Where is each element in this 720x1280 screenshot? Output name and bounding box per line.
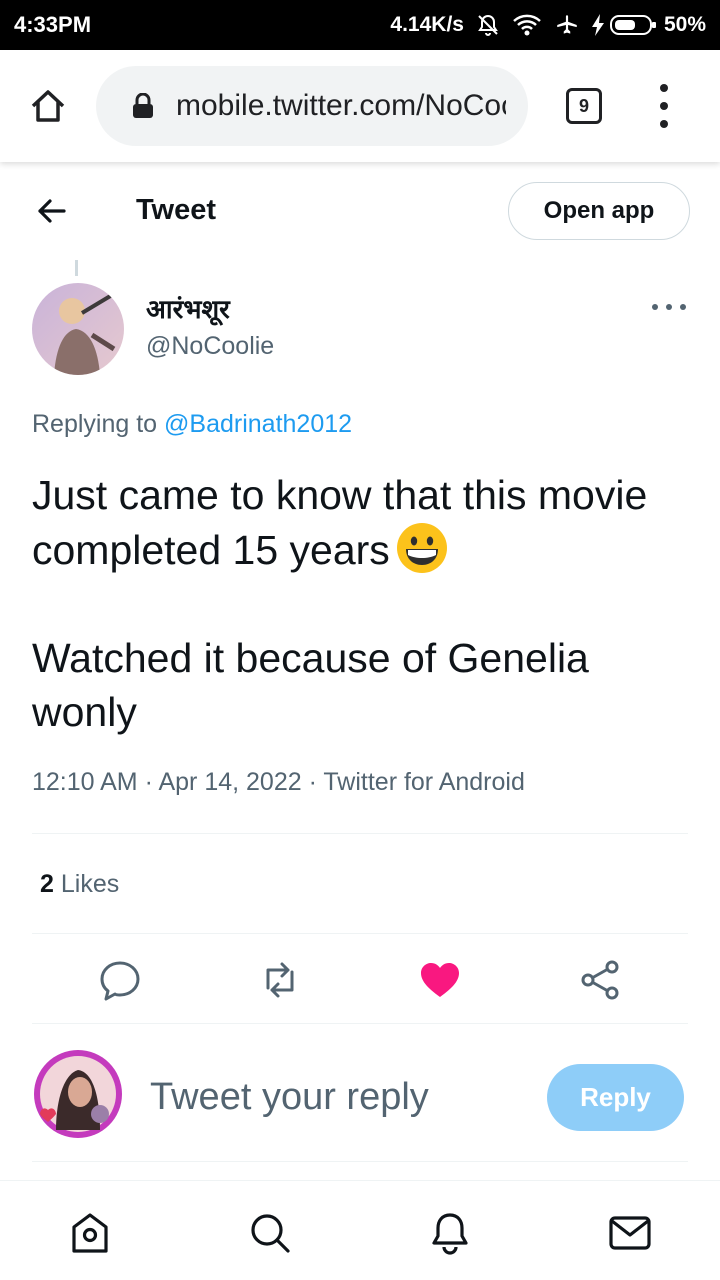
status-time: 4:33PM [14,12,92,37]
tweet-text: Just came to know that this movie comple… [32,468,682,739]
replying-prefix: Replying to [32,410,158,438]
tweet-text-line1: Just came to know that this movie comple… [32,472,648,573]
divider [32,933,688,934]
like-icon[interactable] [418,958,462,1002]
bottom-nav [0,1180,720,1280]
divider [32,1161,688,1162]
tweet-header: Tweet Open app [0,162,720,262]
likes-number: 2 [40,870,54,898]
airplane-icon [557,15,577,34]
reply-button[interactable]: Reply [547,1064,684,1131]
messages-icon[interactable] [608,1211,652,1255]
user-avatar[interactable] [34,1050,122,1138]
more-options-icon[interactable] [652,300,686,314]
replying-to: Replying to @Badrinath2012 [32,410,352,439]
grinning-face-emoji-icon [396,523,447,573]
reply-input[interactable]: Tweet your reply [150,1076,429,1119]
notifications-icon[interactable] [428,1211,472,1255]
home-icon[interactable] [68,1211,112,1255]
reply-icon[interactable] [98,958,142,1002]
likes-label: Likes [60,870,120,898]
reply-mention-link[interactable]: @Badrinath2012 [164,410,352,438]
likes-count[interactable]: 2 Likes [40,870,119,899]
tabs-button[interactable]: 9 [566,88,602,124]
back-arrow-icon[interactable] [34,194,68,228]
menu-icon[interactable] [650,84,678,128]
status-bar: 4:33PM 4.14K/s 50% [0,0,720,50]
battery-icon [609,15,656,35]
divider [32,1023,688,1024]
address-bar[interactable]: mobile.twitter.com/NoCoolie [96,66,528,146]
open-app-button[interactable]: Open app [508,182,690,240]
avatar[interactable] [32,283,124,375]
network-speed: 4.14K/s [390,13,464,36]
thread-line [75,260,78,276]
charging-icon [591,14,604,36]
page-title: Tweet [136,194,217,226]
browser-toolbar: mobile.twitter.com/NoCoolie 9 [0,50,720,162]
search-icon[interactable] [248,1211,292,1255]
tweet-text-line2: Watched it because of Genelia wonly [32,635,589,735]
tweet-timestamp: 12:10 AM · Apr 14, 2022 · Twitter for An… [32,768,525,796]
divider [32,833,688,834]
author-handle[interactable]: @NoCoolie [146,332,274,361]
wifi-icon [513,14,541,36]
share-icon[interactable] [578,958,622,1002]
lock-icon [133,93,153,118]
url-text: mobile.twitter.com/NoCoolie [176,89,506,122]
retweet-icon[interactable] [258,958,302,1002]
home-icon[interactable] [28,86,68,126]
tweet-actions [0,950,720,1010]
battery-percent: 50% [663,13,706,36]
mute-icon [478,14,498,36]
author-name[interactable]: आरंभशूर [146,290,230,326]
